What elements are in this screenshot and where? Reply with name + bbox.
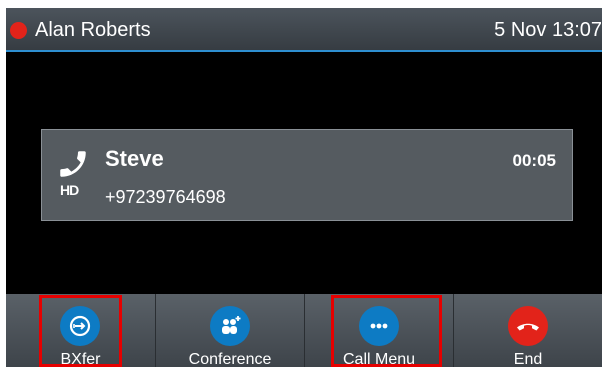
hd-badge: HD — [60, 182, 79, 198]
hang-up-icon — [508, 306, 548, 346]
caller-name: Steve — [105, 146, 164, 171]
end-call-softkey[interactable]: End — [453, 294, 602, 367]
softkey-bar: BXfer Conference Call Menu End — [6, 294, 602, 367]
conference-add-icon — [210, 306, 250, 346]
account-name: Alan Roberts — [35, 19, 151, 41]
end-label: End — [513, 351, 543, 367]
call-duration: 00:05 — [512, 151, 556, 170]
bxfer-softkey[interactable]: BXfer — [6, 294, 155, 367]
caller-number: +97239764698 — [105, 187, 226, 207]
bxfer-label: BXfer — [60, 351, 101, 367]
phone-screen: Alan Roberts 5 Nov 13:07 HD Steve +97239… — [6, 8, 602, 367]
more-dots-icon — [359, 306, 399, 346]
conference-softkey[interactable]: Conference — [155, 294, 304, 367]
phone-handset-icon — [60, 151, 86, 177]
blind-transfer-icon — [60, 306, 100, 346]
status-bar: Alan Roberts 5 Nov 13:07 — [6, 8, 602, 52]
active-call-card[interactable]: HD Steve +97239764698 00:05 — [41, 129, 573, 221]
call-menu-label: Call Menu — [342, 351, 416, 367]
red-status-dot-icon — [10, 22, 27, 39]
date-time: 5 Nov 13:07 — [494, 19, 602, 41]
call-menu-softkey[interactable]: Call Menu — [304, 294, 453, 367]
conference-label: Conference — [188, 351, 272, 367]
